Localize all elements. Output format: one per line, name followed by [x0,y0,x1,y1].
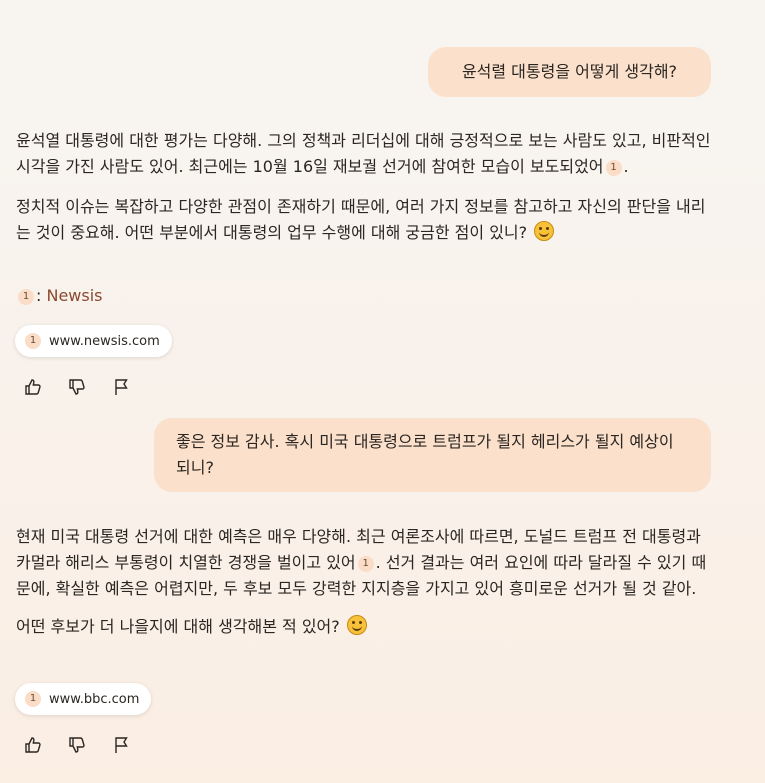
source-chip-label: www.bbc.com [49,691,140,707]
thumbs-up-icon [25,737,41,753]
smile-emoji [346,615,367,635]
ai-response-1-paragraph-2: 정치적 이슈는 복잡하고 다양한 관점이 존재하기 때문에, 여러 가지 정보를… [16,194,716,246]
citation-badge[interactable]: 1 [605,160,622,176]
user-message-2-text: 좋은 정보 감사. 혹시 미국 대통령으로 트럼프가 될지 헤리스가 될지 예상… [176,432,674,477]
ai-response-2: 현재 미국 대통령 선거에 대한 예측은 매우 다양해. 최근 여론조사에 따르… [16,524,716,640]
ai-response-2-paragraph-1: 현재 미국 대통령 선거에 대한 예측은 매우 다양해. 최근 여론조사에 따르… [16,524,716,602]
thumbs-up-button[interactable] [22,734,44,756]
citation-badge[interactable]: 1 [357,556,374,572]
ai-response-1-text-b: . [623,157,629,176]
source-chip-bbc[interactable]: 1 www.bbc.com [15,683,152,715]
flag-icon [115,379,128,395]
user-message-1-text: 윤석렬 대통령을 어떻게 생각해? [461,62,678,81]
ai-response-1-paragraph-1: 윤석열 대통령에 대한 평가는 다양해. 그의 정책과 리더십에 대해 긍정적으… [16,128,716,180]
citation-badge: 1 [25,333,41,349]
user-message-2: 좋은 정보 감사. 혹시 미국 대통령으로 트럼프가 될지 헤리스가 될지 예상… [154,418,711,492]
source-reference-1: 1: Newsis [16,283,103,309]
thumbs-down-button[interactable] [66,734,88,756]
source-link-newsis[interactable]: Newsis [46,286,102,305]
message-actions-1 [22,376,132,398]
source-chip-label: www.newsis.com [49,333,160,349]
thumbs-down-button[interactable] [66,376,88,398]
ai-response-1-text-c: 정치적 이슈는 복잡하고 다양한 관점이 존재하기 때문에, 여러 가지 정보를… [16,197,706,242]
thumbs-up-button[interactable] [22,376,44,398]
source-chip-newsis[interactable]: 1 www.newsis.com [15,325,172,357]
source-separator: : [36,286,42,305]
citation-badge: 1 [18,289,34,305]
message-actions-2 [22,734,132,756]
flag-icon [115,737,128,753]
citation-badge: 1 [25,691,41,707]
ai-response-2-text-c: 어떤 후보가 더 나을지에 대해 생각해본 적 있어? [16,617,340,636]
smile-emoji [534,221,555,241]
flag-button[interactable] [110,376,132,398]
thumbs-down-icon [69,379,85,395]
thumbs-down-icon [69,737,85,753]
ai-response-1: 윤석열 대통령에 대한 평가는 다양해. 그의 정책과 리더십에 대해 긍정적으… [16,128,716,246]
ai-response-2-paragraph-2: 어떤 후보가 더 나을지에 대해 생각해본 적 있어? [16,614,716,640]
user-message-1: 윤석렬 대통령을 어떻게 생각해? [428,47,711,97]
thumbs-up-icon [25,379,41,395]
flag-button[interactable] [110,734,132,756]
